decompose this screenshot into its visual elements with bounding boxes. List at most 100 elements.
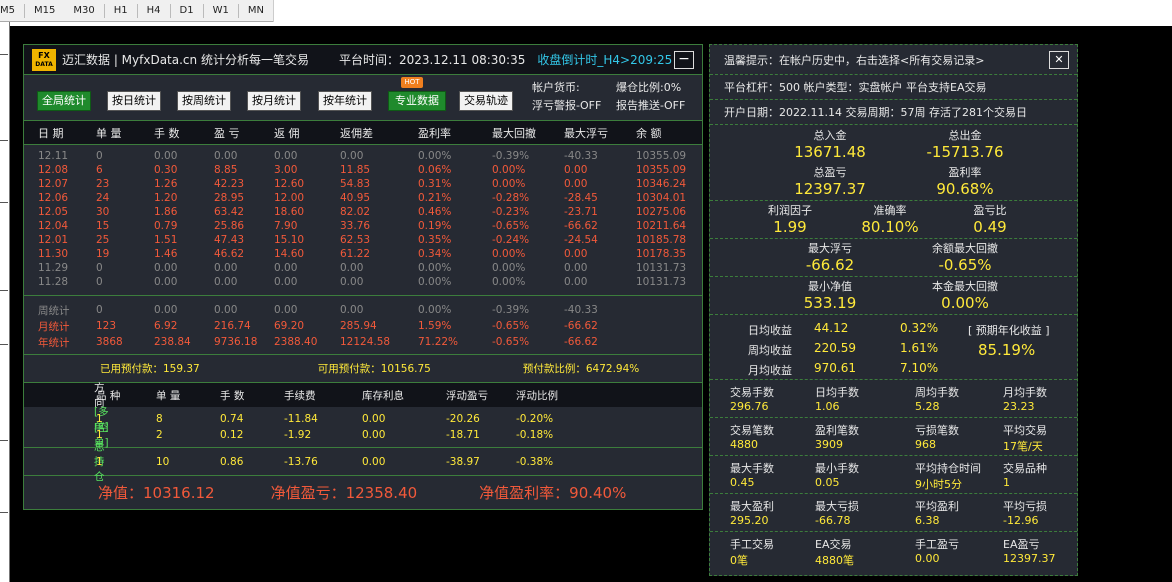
table-cell: 0.00% [418,262,452,274]
position-cell: -20.26 [446,413,480,425]
position-cell: 8 [156,413,163,425]
table-cell: 0 [96,304,103,316]
account-currency: 帐户货币: [532,81,580,94]
daily-table-header: 日 期 单 量 手 数 盈 亏 返 佣 返佣差 盈利率 最大回撤 最大浮亏 余 额 [24,121,702,145]
table-cell: 0.00 [340,304,364,316]
table-row: 周统计 0 0.00 0.00 0.00 0.00 0.00% -0.39% -40.33 [24,302,702,318]
table-cell: 10185.78 [636,234,687,246]
table-cell: 9736.18 [214,336,258,348]
table-cell: 1.20 [154,192,178,204]
grid-stat: 最大手数 0.45 [730,462,774,489]
grid-stat: EA交易 4880笔 [815,538,854,567]
col-header: 手 数 [154,126,180,140]
pro-data-button[interactable]: 专业数据 [388,91,446,111]
table-cell: 123 [96,320,117,332]
report-push-status: 报告推送-OFF [616,99,686,112]
timeframe-h4[interactable]: H4 [138,0,170,22]
grid-stat: 最大盈利 295.20 [730,500,774,527]
position-cell: -0.18% [516,429,554,441]
trade-track-button[interactable]: 交易轨迹 [459,91,513,111]
table-cell: 46.62 [214,248,245,260]
table-cell: 0.00% [418,276,452,288]
table-cell: -0.39% [492,304,530,316]
accuracy-stat: 准确率 80.10% [861,204,919,236]
grid-stat: 交易手数 296.76 [730,386,774,413]
table-row: 12.08 6 0.30 8.85 3.00 11.85 0.06% 0.00% 0.00 103… [24,163,702,177]
table-cell: 10211.64 [636,220,687,232]
table-cell: 33.76 [340,220,371,232]
grid-stat: 最小手数 0.05 [815,462,859,489]
table-cell: 0.00 [564,164,588,176]
table-cell: 0.00% [492,276,526,288]
grid-stat: 平均盈利 6.38 [915,500,959,527]
grid-stat: EA盈亏 12397.37 [1003,538,1056,565]
table-cell: -40.33 [564,304,598,316]
tip-header: 温馨提示：在帐户历史中，右击选择<所有交易记录> ✕ [710,45,1077,75]
daily-avg-pct: 0.32% [900,321,939,335]
table-row: 月统计 123 6.92 216.74 69.20 285.94 1.59% -0.65% -6… [24,318,702,334]
equity-pnl: 净值盈亏：12358.40 [270,483,418,502]
ratios-section: 利润因子 1.99 准确率 80.10% 盈亏比 0.49 [710,201,1077,239]
position-total-cell: 10 [156,455,170,468]
timeframe-d1[interactable]: D1 [171,0,203,22]
position-row: [空单] 1 2 0.12 -1.92 0.00 -18.71 -0.18% [24,422,702,449]
grid-stat: 亏损笔数 968 [915,424,959,451]
table-row: 11.29 0 0.00 0.00 0.00 0.00 0.00% 0.00% 0.00 1013… [24,261,702,275]
position-col-header: 手 数 [220,389,245,402]
yearly-stats-button[interactable]: 按年统计 [318,91,372,111]
table-cell: 14.60 [274,248,305,260]
table-cell: 1.46 [154,248,178,260]
monthly-stats-button[interactable]: 按月统计 [247,91,301,111]
positions-header: 方 向品 种单 量手 数手续费 库存利息 浮动盈亏 浮动比例 [24,382,702,409]
grid-stat: 盈利笔数 3909 [815,424,859,451]
stats-grid-1: 交易手数 296.76 日均手数 1.06 周均手数 5.28 月均手数 23.23 [710,380,1077,418]
weekly-stats-button[interactable]: 按周统计 [177,91,231,111]
grid-stat: 平均交易 17笔/天 [1003,424,1047,453]
timeframe-w1[interactable]: W1 [204,0,238,22]
table-cell: -66.62 [564,320,598,332]
table-cell: -23.71 [564,206,598,218]
minimize-button[interactable]: − [674,50,694,69]
table-cell: 0.00 [154,262,178,274]
close-button[interactable]: ✕ [1049,50,1069,69]
account-panel: 温馨提示：在帐户历史中，右击选择<所有交易记录> ✕ 平台杠杆：500 帐户类型… [709,44,1078,576]
timeframe-m5[interactable]: M5 [0,0,24,22]
table-cell: 285.94 [340,320,377,332]
table-cell: 23 [96,178,110,190]
table-cell: 47.43 [214,234,245,246]
panel-header: FX DATA 迈汇数据 | MyfxData.cn 统计分析每一笔交易 平台时间… [24,45,702,75]
table-cell: 0.00 [214,150,238,162]
table-cell: -0.65% [492,220,530,232]
platform-line: 平台杠杆：500 帐户类型：实盘帐户 平台支持EA交易 [724,81,987,94]
table-cell: 25.86 [214,220,245,232]
stats-grid-5: 手工交易 0笔 EA交易 4880笔 手工盈亏 0.00 EA盈亏 12397.37 [710,532,1077,570]
annualized-value: 85.19% [978,341,1036,359]
daily-avg-label: 日均收益 [748,324,792,337]
used-margin: 已用预付款：159.37 [100,363,200,375]
position-col-header: 库存利息 [362,389,404,402]
daily-table-body: 12.11 0 0.00 0.00 0.00 0.00 0.00% -0.39% -40.33 1… [24,145,702,296]
table-cell: 0.00 [340,150,364,162]
table-cell: 82.02 [340,206,371,218]
stats-grid-4: 最大盈利 295.20 最大亏损 -66.78 平均盈利 6.38 平均亏损 -12.96 [710,494,1077,532]
timeframe-mn[interactable]: MN [239,0,273,22]
loss-alert-status: 浮亏警报-OFF [532,99,602,112]
table-cell: 18.60 [274,206,305,218]
daily-stats-button[interactable]: 按日统计 [107,91,161,111]
monthly-avg-pct: 7.10% [900,361,939,375]
table-cell: 12.00 [274,192,305,204]
table-cell: 11.30 [38,248,69,260]
table-cell: 28.95 [214,192,245,204]
position-total-cell: 0.00 [362,455,386,468]
table-cell: 63.42 [214,206,245,218]
global-stats-button[interactable]: 全局统计 [37,91,91,111]
margin-level: 预付款比例：6472.94% [522,363,640,375]
timeframe-h1[interactable]: H1 [105,0,137,22]
timeframe-m15[interactable]: M15 [25,0,64,22]
timeframe-m30[interactable]: M30 [64,0,103,22]
table-cell: 1.26 [154,178,178,190]
table-cell: 238.84 [154,336,191,348]
position-cell: 0.74 [220,413,244,425]
position-cell: 2 [156,429,163,441]
position-col-header: 手续费 [284,389,316,402]
